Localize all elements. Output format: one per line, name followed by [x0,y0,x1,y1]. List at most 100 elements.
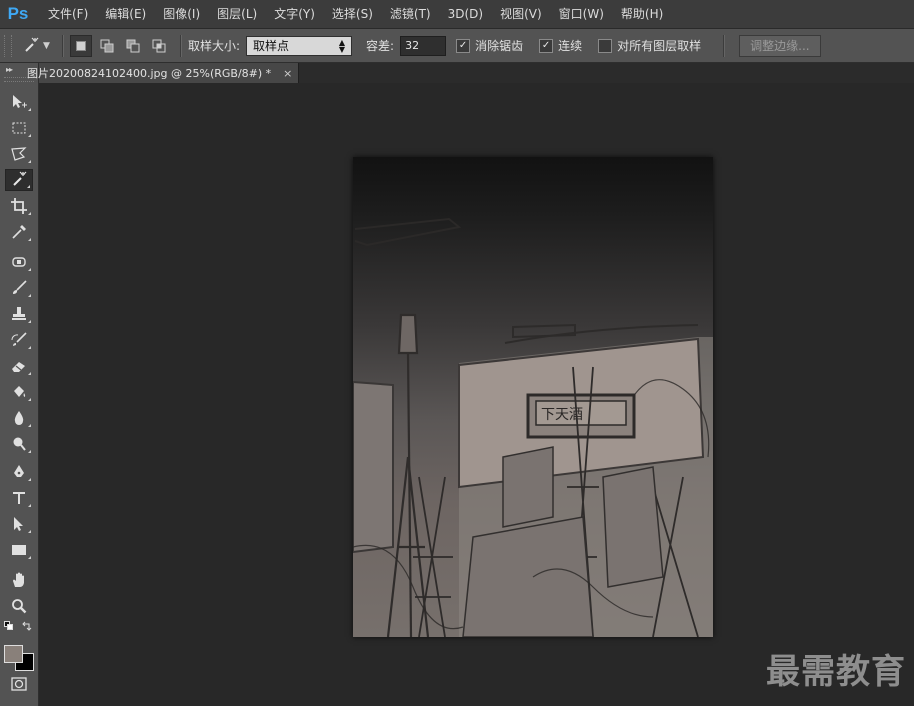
tool-flyout-indicator [28,238,31,241]
tool-flyout-indicator [28,450,31,453]
rectangular-marquee-icon [12,122,26,134]
document-tab[interactable]: 图片20200824102400.jpg @ 25%(RGB/8#) * × [27,63,300,83]
hand-tool[interactable] [5,569,33,591]
rectangle-tool[interactable] [5,539,33,561]
menu-view[interactable]: 视图(V) [494,0,548,28]
add-selection-icon [100,39,114,52]
intersect-selection-icon [152,39,166,52]
menu-filter[interactable]: 滤镜(T) [384,0,437,28]
menu-layer[interactable]: 图层(L) [211,0,263,28]
polygonal-lasso-icon [11,147,27,161]
sample-all-layers-checkbox[interactable] [598,38,613,53]
refine-edge-button[interactable]: 调整边缘... [739,34,821,57]
history-brush-tool[interactable] [5,329,33,351]
new-selection-icon [76,40,86,51]
type-tool[interactable] [5,487,33,509]
divider [62,34,64,57]
eraser-tool[interactable] [5,355,33,377]
dodge-tool[interactable] [5,433,33,455]
tool-flyout-indicator [28,398,31,401]
menu-select[interactable]: 选择(S) [326,0,379,28]
tool-flyout-indicator [28,478,31,481]
menu-window[interactable]: 窗口(W) [553,0,610,28]
move-tool[interactable] [5,91,33,113]
anti-alias-option[interactable]: ✓ 消除锯齿 [456,37,529,54]
dodge-icon [13,437,26,451]
menu-type[interactable]: 文字(Y) [268,0,321,28]
magic-wand-tool[interactable] [5,169,33,191]
new-selection-button[interactable] [70,34,92,57]
tool-flyout-indicator [28,346,31,349]
close-icon[interactable]: × [283,67,292,80]
divider [723,34,726,57]
marquee-tool[interactable] [5,117,33,139]
path-selection-tool[interactable] [5,513,33,535]
pen-tool[interactable] [5,461,33,483]
sample-size-value: 取样点 [253,39,290,53]
tool-flyout-indicator [28,556,31,559]
document-tab-bar: 图片20200824102400.jpg @ 25%(RGB/8#) * × [27,63,914,83]
history-brush-icon [11,332,27,346]
clone-stamp-tool[interactable] [5,303,33,325]
options-grip[interactable] [4,34,12,57]
paint-bucket-tool[interactable] [5,381,33,403]
sample-all-layers-option[interactable]: 对所有图层取样 [598,37,707,54]
paint-bucket-icon [14,386,26,397]
color-swatches [4,637,36,671]
menu-image[interactable]: 图像(I) [157,0,206,28]
tolerance-label: 容差: [366,39,395,53]
contiguous-label: 连续 [558,39,583,53]
document-canvas[interactable]: 下天酒 [353,157,713,637]
tolerance-input[interactable]: 32 [400,35,447,56]
contiguous-option[interactable]: ✓ 连续 [539,37,588,54]
color-controls [4,621,34,633]
rectangle-shape-icon [12,545,26,555]
menu-edit[interactable]: 编辑(E) [99,0,152,28]
intersect-selection-button[interactable] [148,35,170,57]
tool-preset-picker[interactable]: ▼ [22,34,56,58]
tool-flyout-indicator [28,160,31,163]
tool-flyout-indicator [28,424,31,427]
zoom-icon [12,599,27,614]
menu-file[interactable]: 文件(F) [42,0,94,28]
anti-alias-label: 消除锯齿 [475,39,524,53]
embossed-photo: 下天酒 [353,217,713,637]
foreground-color-swatch[interactable] [4,645,23,663]
eyedropper-tool[interactable] [5,221,33,243]
pen-icon [14,465,24,477]
stamp-icon [12,307,26,320]
menu-3d[interactable]: 3D(D) [442,0,489,28]
crop-tool[interactable] [5,195,33,217]
brush-tool[interactable] [5,277,33,299]
quick-mask-icon [11,677,27,691]
magic-wand-icon [25,37,39,52]
default-colors-icon[interactable] [4,621,14,631]
blur-tool[interactable] [5,407,33,429]
tool-flyout-indicator [28,530,31,533]
subtract-selection-icon [126,39,140,52]
swap-colors-icon[interactable] [22,621,32,631]
blur-drop-icon [14,411,24,425]
sample-size-label: 取样大小: [188,39,241,53]
healing-brush-tool[interactable] [5,251,33,273]
tool-flyout-indicator [28,320,31,323]
tool-flyout-indicator [28,212,31,215]
eyedropper-icon [12,225,26,239]
chevron-down-icon: ▼ [43,40,50,51]
sample-all-layers-label: 对所有图层取样 [617,39,702,53]
contiguous-checkbox[interactable]: ✓ [539,38,554,53]
add-to-selection-button[interactable] [96,35,118,57]
tool-flyout-indicator [28,108,31,111]
subtract-from-selection-button[interactable] [122,35,144,57]
sample-size-select[interactable]: 取样点 ▲ ▼ [246,35,353,56]
zoom-tool[interactable] [5,595,33,617]
menu-help[interactable]: 帮助(H) [615,0,669,28]
lasso-tool[interactable] [5,143,33,165]
tool-flyout-indicator [28,294,31,297]
tool-flyout-indicator [28,134,31,137]
quick-mask-button[interactable] [5,673,33,695]
tool-flyout-indicator [27,185,30,188]
anti-alias-checkbox[interactable]: ✓ [456,38,471,53]
path-selection-icon [14,517,23,531]
bandage-icon [12,257,26,267]
